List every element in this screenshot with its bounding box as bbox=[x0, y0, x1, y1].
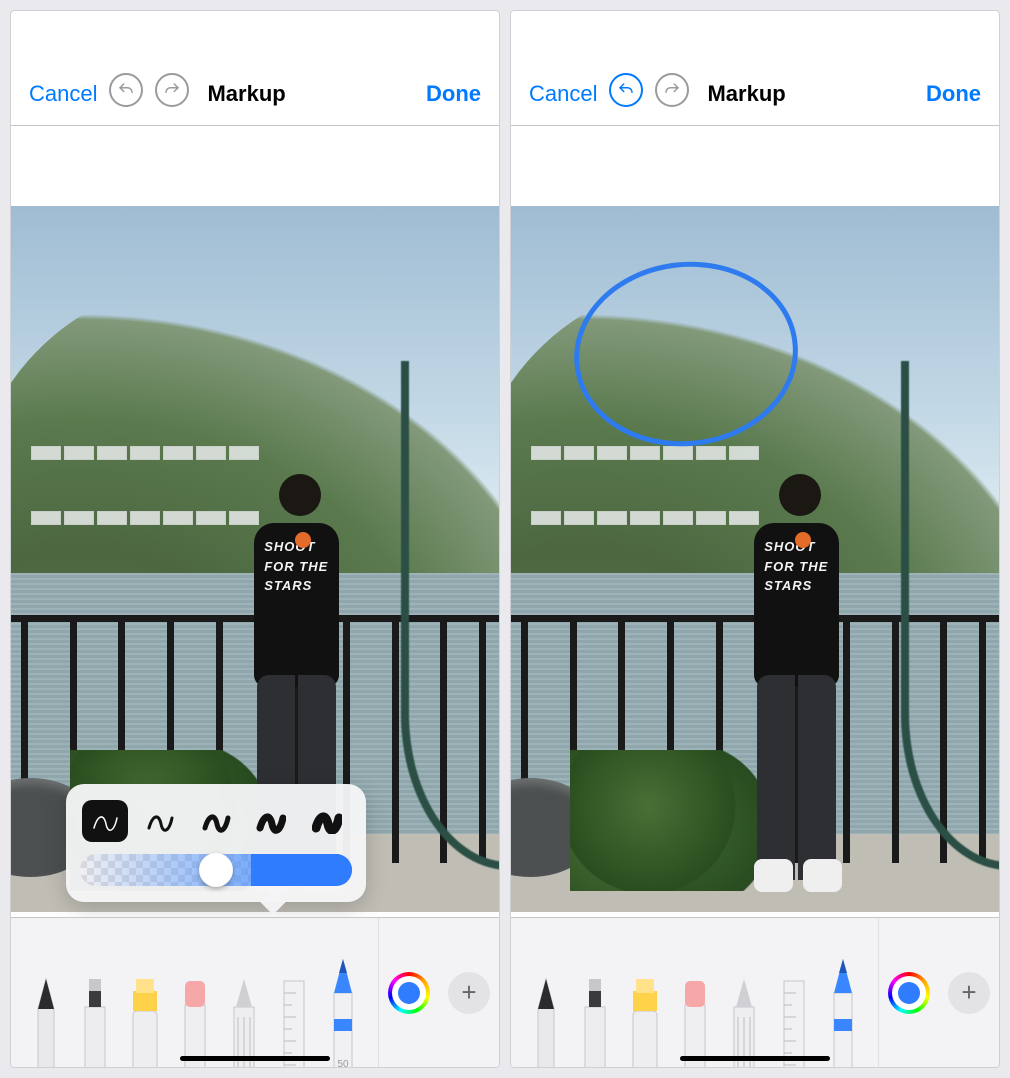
tool-tray[interactable]: 80 bbox=[511, 918, 879, 1067]
tool-pencil[interactable] bbox=[822, 959, 864, 1067]
tool-pen[interactable] bbox=[25, 977, 67, 1067]
tool-ruler[interactable] bbox=[773, 977, 815, 1067]
opacity-slider[interactable] bbox=[80, 854, 352, 886]
stroke-width-1[interactable] bbox=[82, 800, 128, 842]
home-indicator bbox=[180, 1056, 330, 1061]
undo-button[interactable] bbox=[609, 73, 643, 107]
home-indicator bbox=[680, 1056, 830, 1061]
phone-left: Cancel Markup Done bbox=[10, 10, 500, 1068]
tool-eraser[interactable] bbox=[674, 977, 716, 1067]
person-subject bbox=[716, 474, 853, 883]
done-button[interactable]: Done bbox=[926, 81, 981, 107]
add-annotation-button[interactable]: + bbox=[948, 972, 990, 1014]
svg-text:50: 50 bbox=[338, 1059, 350, 1067]
plus-icon: + bbox=[961, 977, 976, 1008]
undo-icon bbox=[117, 81, 135, 99]
canvas[interactable]: 80 50 + bbox=[11, 126, 499, 1067]
undo-icon bbox=[617, 81, 635, 99]
tool-tray[interactable]: 80 50 bbox=[11, 918, 379, 1067]
tool-pencil[interactable]: 50 bbox=[322, 959, 364, 1067]
cancel-button[interactable]: Cancel bbox=[29, 81, 97, 107]
add-annotation-button[interactable]: + bbox=[448, 972, 490, 1014]
redo-button[interactable] bbox=[655, 73, 689, 107]
redo-icon bbox=[663, 81, 681, 99]
redo-icon bbox=[163, 81, 181, 99]
tool-dock: 80 50 + bbox=[11, 917, 499, 1067]
tool-highlighter[interactable]: 80 bbox=[624, 977, 666, 1067]
dock-right: + bbox=[879, 918, 999, 1067]
color-picker-button[interactable] bbox=[388, 972, 430, 1014]
tool-marker[interactable] bbox=[574, 977, 616, 1067]
redo-button[interactable] bbox=[155, 73, 189, 107]
dock-right: + bbox=[379, 918, 499, 1067]
navbar: Cancel Markup Done bbox=[511, 11, 999, 126]
cancel-button[interactable]: Cancel bbox=[529, 81, 597, 107]
tool-highlighter[interactable]: 80 bbox=[124, 977, 166, 1067]
navbar: Cancel Markup Done bbox=[11, 11, 499, 126]
current-color-swatch bbox=[898, 982, 920, 1004]
phone-right: Cancel Markup Done bbox=[510, 10, 1000, 1068]
stroke-width-4[interactable] bbox=[248, 800, 294, 842]
tool-dock: 80 + bbox=[511, 917, 999, 1067]
done-button[interactable]: Done bbox=[426, 81, 481, 107]
stroke-options-popover bbox=[66, 784, 366, 902]
tool-ruler[interactable] bbox=[273, 977, 315, 1067]
slider-thumb[interactable] bbox=[199, 853, 233, 887]
page-title: Markup bbox=[207, 81, 285, 107]
stroke-width-2[interactable] bbox=[137, 800, 183, 842]
page-title: Markup bbox=[707, 81, 785, 107]
tool-eraser[interactable] bbox=[174, 977, 216, 1067]
stroke-width-5[interactable] bbox=[304, 800, 350, 842]
two-up-comparison: Cancel Markup Done bbox=[10, 10, 1000, 1068]
canvas[interactable]: 80 + bbox=[511, 126, 999, 1067]
photo bbox=[511, 206, 999, 912]
tool-pen[interactable] bbox=[525, 977, 567, 1067]
stroke-width-3[interactable] bbox=[193, 800, 239, 842]
tool-lasso[interactable] bbox=[723, 977, 765, 1067]
tool-lasso[interactable] bbox=[223, 977, 265, 1067]
stroke-width-row bbox=[80, 796, 352, 854]
tool-marker[interactable] bbox=[74, 977, 116, 1067]
undo-button[interactable] bbox=[109, 73, 143, 107]
current-color-swatch bbox=[398, 982, 420, 1004]
color-picker-button[interactable] bbox=[888, 972, 930, 1014]
plus-icon: + bbox=[461, 977, 476, 1008]
